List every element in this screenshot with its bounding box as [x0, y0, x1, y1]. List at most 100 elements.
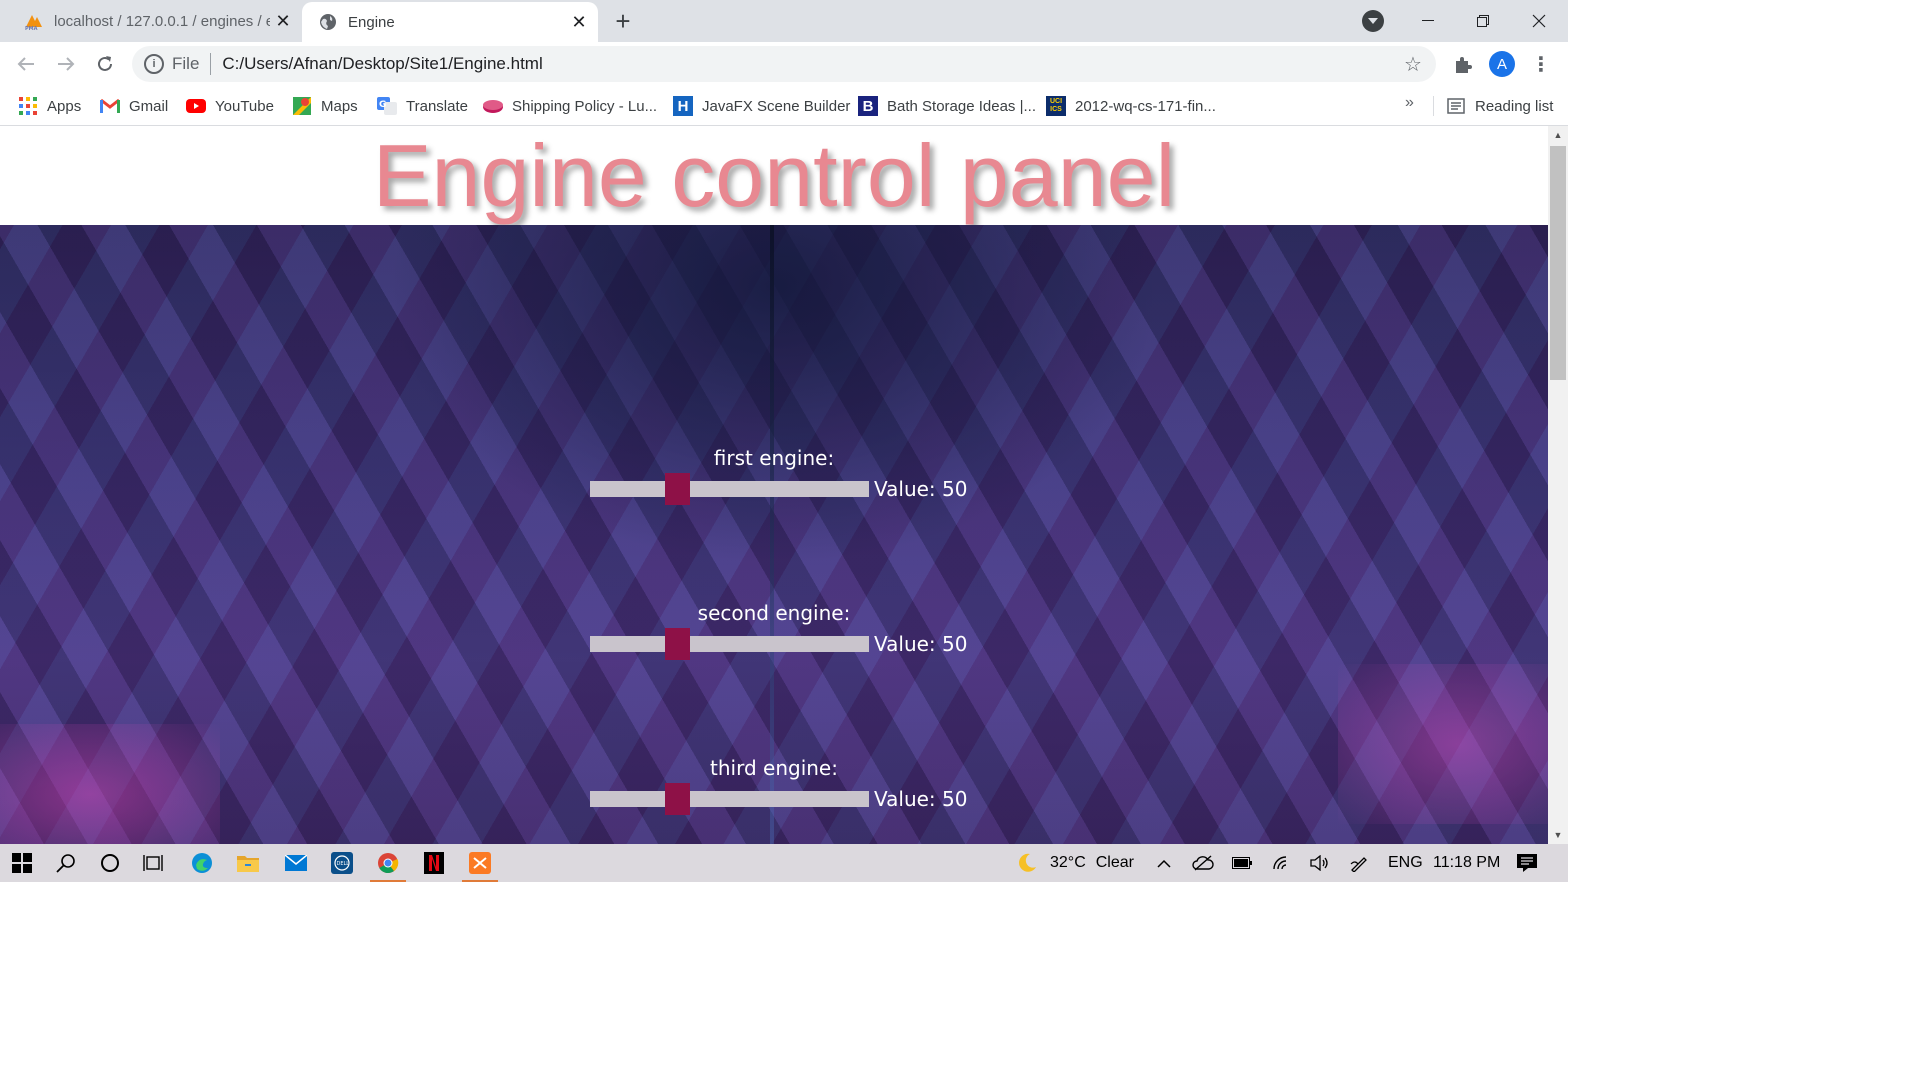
engine-slider[interactable]	[590, 783, 869, 815]
center-streak	[770, 225, 774, 844]
gmail-icon	[100, 96, 120, 116]
background-image: first engine: Value: 50 second engine: V…	[0, 225, 1548, 844]
bookmark-cs171[interactable]: UCI ICS 2012-wq-cs-171-fin...	[1046, 94, 1216, 118]
bookmark-star-icon[interactable]: ☆	[1398, 52, 1428, 77]
tab-engine[interactable]: Engine ✕	[302, 2, 598, 42]
phpmyadmin-icon: PMA	[24, 11, 44, 31]
browser-menu-icon[interactable]: ⋮	[1530, 51, 1552, 77]
reload-icon[interactable]	[91, 50, 119, 78]
netflix-icon[interactable]	[412, 844, 456, 882]
volume-icon[interactable]	[1310, 844, 1330, 882]
bookmark-apps[interactable]: Apps	[18, 94, 81, 118]
bookmark-youtube[interactable]: YouTube	[186, 94, 274, 118]
clock[interactable]: 11:18 PM	[1433, 844, 1500, 882]
globe-icon	[318, 12, 338, 32]
h-logo-icon: H	[673, 96, 693, 116]
wifi-icon[interactable]	[1272, 844, 1292, 882]
extensions-puzzle-icon[interactable]	[1450, 52, 1476, 78]
bookmark-label: Translate	[406, 97, 468, 115]
engine-label: second engine:	[697, 601, 851, 625]
slider-thumb[interactable]	[665, 473, 690, 505]
mail-icon[interactable]	[274, 844, 318, 882]
engine-slider[interactable]	[590, 628, 869, 660]
pink-glow-left	[0, 724, 220, 844]
minimize-button[interactable]	[1402, 0, 1454, 42]
close-tab-icon[interactable]: ✕	[566, 9, 592, 35]
weather-temperature: 32°C	[1050, 854, 1086, 871]
b-logo-icon: B	[858, 96, 878, 116]
pink-glow-right	[1338, 664, 1548, 824]
bookmark-label: JavaFX Scene Builder	[702, 97, 851, 115]
back-arrow-icon[interactable]	[12, 50, 40, 78]
weather-widget[interactable]: 32°C Clear	[1016, 844, 1134, 882]
windows-taskbar: DELL 32°C Clear ENG 11:18 PM	[0, 844, 1568, 882]
file-explorer-icon[interactable]	[226, 844, 270, 882]
bookmark-label: Maps	[321, 97, 358, 115]
task-view-icon[interactable]	[132, 844, 176, 882]
edge-icon[interactable]	[180, 844, 224, 882]
onedrive-icon[interactable]	[1192, 844, 1214, 882]
engine-slider[interactable]	[590, 473, 869, 505]
reading-list-button[interactable]: Reading list	[1446, 94, 1553, 118]
page-header: Engine control panel	[0, 126, 1548, 225]
svg-text:PMA: PMA	[25, 26, 38, 31]
forward-arrow-icon[interactable]	[52, 50, 80, 78]
slider-track[interactable]	[590, 791, 869, 807]
page-title: Engine control panel	[372, 126, 1176, 225]
scroll-down-arrow-icon[interactable]: ▼	[1548, 826, 1568, 844]
moon-icon	[1016, 852, 1038, 874]
engine-value: Value: 50	[874, 477, 968, 501]
notifications-icon[interactable]	[1516, 844, 1538, 882]
close-window-button[interactable]	[1513, 0, 1565, 42]
pen-ink-icon[interactable]	[1350, 844, 1370, 882]
more-bookmarks-chevron-icon[interactable]: »	[1405, 94, 1414, 112]
page-viewport: Engine control panel first engine: Value…	[0, 126, 1548, 844]
bookmark-label: Shipping Policy - Lu...	[512, 97, 658, 115]
address-bar[interactable]: i File C:/Users/Afnan/Desktop/Site1/Engi…	[132, 46, 1436, 82]
tab-phpmyadmin[interactable]: PMA localhost / 127.0.0.1 / engines / e …	[10, 0, 302, 42]
url-scheme: File	[172, 54, 200, 73]
cortana-icon[interactable]	[88, 844, 132, 882]
language-indicator[interactable]: ENG	[1388, 844, 1423, 882]
scroll-up-arrow-icon[interactable]: ▲	[1548, 126, 1568, 144]
reading-list-icon	[1446, 96, 1466, 116]
engine-label: third engine:	[710, 756, 838, 780]
bookmark-maps[interactable]: Maps	[292, 94, 358, 118]
tab-search-icon[interactable]	[1362, 10, 1384, 32]
restore-button[interactable]	[1457, 0, 1509, 42]
engine-value: Value: 50	[874, 787, 968, 811]
maps-icon	[292, 96, 312, 116]
tab-title: Engine	[348, 13, 395, 31]
url-text[interactable]: C:/Users/Afnan/Desktop/Site1/Engine.html	[222, 54, 1398, 74]
bookmark-gmail[interactable]: Gmail	[100, 94, 168, 118]
bookmark-label: YouTube	[215, 97, 274, 115]
browser-toolbar: i File C:/Users/Afnan/Desktop/Site1/Engi…	[0, 42, 1568, 86]
windows-start-icon[interactable]	[0, 844, 44, 882]
show-hidden-icons-chevron-icon[interactable]	[1154, 844, 1174, 882]
new-tab-button[interactable]: +	[608, 6, 638, 36]
reading-list-label: Reading list	[1475, 97, 1554, 115]
profile-avatar[interactable]: A	[1489, 51, 1515, 77]
bookmark-bath-storage[interactable]: B Bath Storage Ideas |...	[858, 94, 1036, 118]
svg-text:G: G	[379, 100, 386, 110]
dell-app-icon[interactable]: DELL	[320, 844, 364, 882]
vertical-scrollbar[interactable]: ▲ ▼	[1548, 126, 1568, 844]
site-info-icon[interactable]: i	[144, 54, 164, 74]
apps-grid-icon	[18, 96, 38, 116]
close-tab-icon[interactable]: ✕	[270, 8, 296, 34]
bookmark-translate[interactable]: G Translate	[377, 94, 468, 118]
bookmark-shipping-policy[interactable]: Shipping Policy - Lu...	[483, 94, 657, 118]
bookmark-javafx[interactable]: H JavaFX Scene Builder	[673, 94, 850, 118]
bookmark-label: Apps	[47, 97, 82, 115]
slider-track[interactable]	[590, 481, 869, 497]
svg-text:DELL: DELL	[337, 861, 350, 867]
slider-thumb[interactable]	[665, 628, 690, 660]
scrollbar-thumb[interactable]	[1550, 146, 1566, 380]
search-icon[interactable]	[44, 844, 88, 882]
chrome-icon[interactable]	[366, 844, 410, 882]
xampp-icon[interactable]	[458, 844, 502, 882]
battery-icon[interactable]	[1232, 844, 1252, 882]
slider-track[interactable]	[590, 636, 869, 652]
slider-thumb[interactable]	[665, 783, 690, 815]
engine-label: first engine:	[713, 446, 835, 470]
